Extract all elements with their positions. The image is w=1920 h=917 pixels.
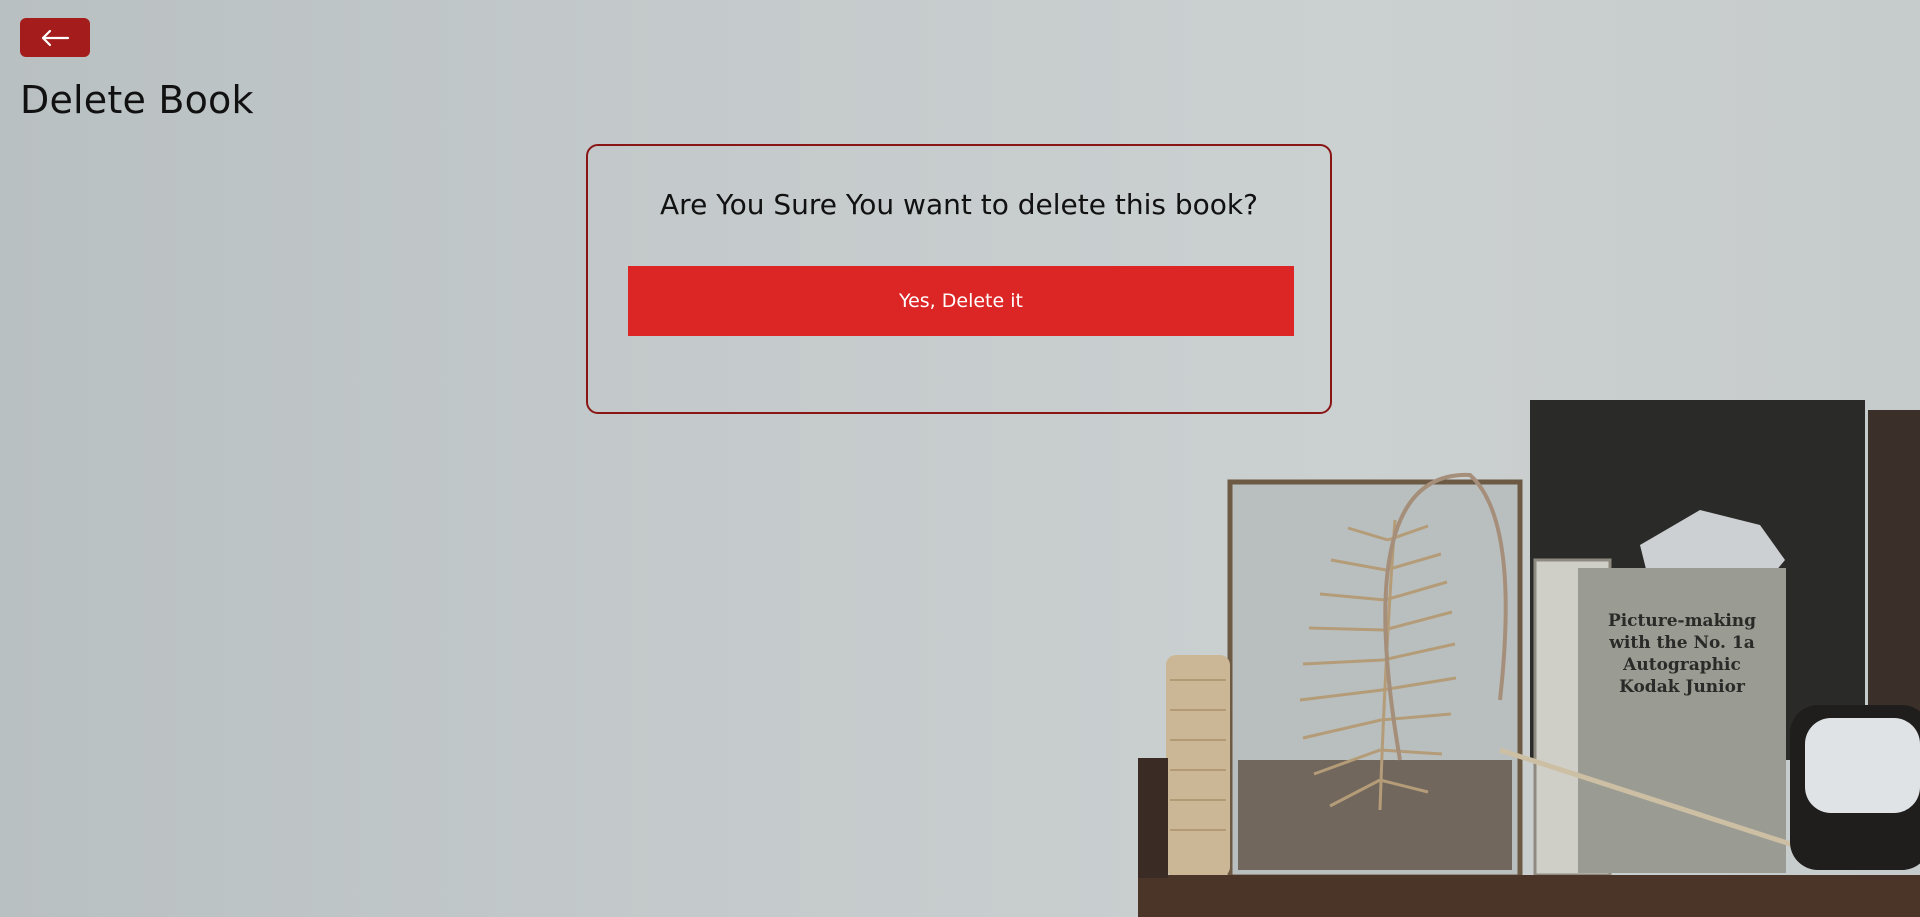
confirm-delete-button[interactable]: Yes, Delete it [628, 266, 1294, 336]
confirmation-question: Are You Sure You want to delete this boo… [660, 188, 1258, 221]
delete-confirmation-card: Are You Sure You want to delete this boo… [586, 144, 1332, 414]
back-button[interactable] [20, 18, 90, 57]
svg-text:Kodak Junior: Kodak Junior [1619, 677, 1746, 697]
svg-text:Autographic: Autographic [1622, 655, 1741, 675]
arrow-left-icon [40, 29, 70, 47]
svg-text:Picture-making: Picture-making [1608, 611, 1756, 631]
page-title: Delete Book [20, 78, 254, 122]
background-shelf-image: Picture-making with the No. 1a Autograph… [1138, 400, 1920, 917]
svg-text:with the No. 1a: with the No. 1a [1608, 633, 1754, 653]
